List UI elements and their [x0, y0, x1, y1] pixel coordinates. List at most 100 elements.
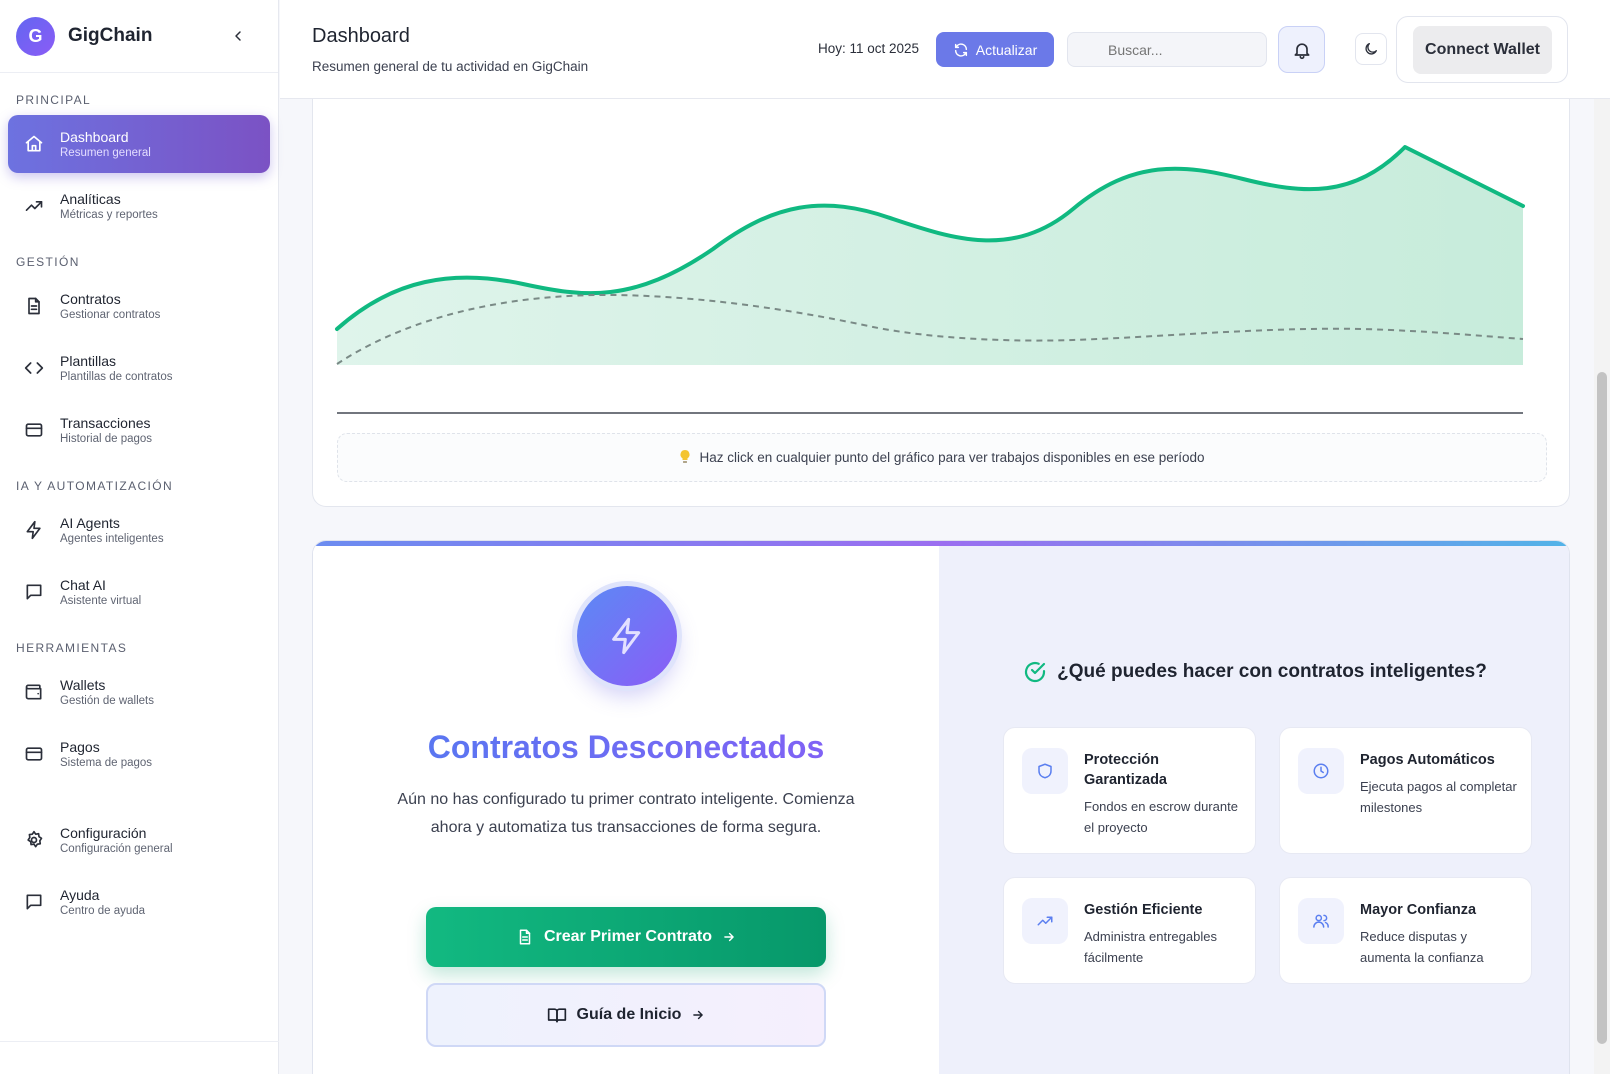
sidebar-divider [0, 1041, 279, 1042]
sidebar-item-label: Transacciones [60, 415, 151, 431]
feature-title: Mayor Confianza [1360, 902, 1477, 918]
contracts-bolt-badge [577, 586, 677, 686]
feature-card: Mayor Confianza Reduce disputas y aument… [1279, 877, 1532, 984]
features-title: ¿Qué puedes hacer con contratos intelige… [939, 660, 1569, 684]
chart-area-fill [337, 147, 1523, 365]
contracts-card: Contratos Desconectados Aún no has confi… [312, 540, 1570, 1074]
sidebar-item-label: Chat AI [60, 577, 106, 593]
sidebar-item-dashboard[interactable]: Dashboard Resumen general [8, 115, 270, 173]
book-icon [547, 1008, 566, 1023]
chat-icon [24, 582, 44, 602]
arrow-right-icon [693, 1010, 704, 1020]
features-title-text: ¿Qué puedes hacer con contratos intelige… [1057, 661, 1487, 682]
chart-hint-text: Haz click en cualquier punto del gráfico… [699, 450, 1205, 465]
brand-logo[interactable]: G [16, 16, 55, 56]
moon-icon [1365, 43, 1377, 55]
feature-description: Fondos en escrow durante el proyecto [1084, 799, 1238, 835]
search-input[interactable] [1067, 32, 1267, 67]
sidebar-item-contratos[interactable]: Contratos Gestionar contratos [8, 277, 270, 335]
feature-description: Administra entregables fácilmente [1084, 929, 1217, 965]
create-first-contract-button[interactable]: Crear Primer Contrato [426, 907, 826, 967]
sidebar-item-sub: Asistente virtual [60, 595, 142, 607]
arrow-right-icon [724, 932, 734, 942]
clock-icon [1298, 748, 1344, 794]
page-title: Dashboard [312, 25, 410, 47]
features-panel: ¿Qué puedes hacer con contratos intelige… [939, 546, 1569, 1074]
code-icon [24, 358, 44, 378]
scrollbar-thumb[interactable] [1597, 372, 1607, 1044]
sidebar: G GigChain PRINCIPAL Dashboard Resumen g… [0, 0, 279, 1074]
notifications-button[interactable] [1278, 26, 1325, 73]
sidebar-item-sub: Gestionar contratos [60, 309, 161, 321]
gear-icon [24, 830, 44, 850]
sidebar-item-sub: Historial de pagos [60, 433, 153, 445]
brand-name: GigChain [68, 25, 153, 46]
wallet-icon [24, 682, 44, 702]
feature-title: Protección Garantizada [1084, 752, 1167, 788]
chevron-left-icon [235, 31, 241, 41]
getting-started-guide-button[interactable]: Guía de Inicio [426, 983, 826, 1047]
sidebar-item-sub: Gestión de wallets [60, 695, 154, 707]
sidebar-item-chat-ai[interactable]: Chat AI Asistente virtual [8, 563, 270, 621]
sidebar-item-label: Dashboard [60, 129, 129, 145]
guide-label: Guía de Inicio [576, 1006, 682, 1023]
sidebar-item-wallets[interactable]: Wallets Gestión de wallets [8, 663, 270, 721]
feature-title: Gestión Eficiente [1084, 902, 1203, 918]
sidebar-item-sub: Centro de ayuda [60, 905, 146, 917]
section-title-gestion: GESTIÓN [16, 255, 80, 269]
sidebar-item-pagos[interactable]: Pagos Sistema de pagos [8, 725, 270, 783]
contracts-title: Contratos Desconectados [313, 729, 939, 766]
sidebar-item-label: Analíticas [60, 191, 121, 207]
sidebar-item-label: Plantillas [60, 353, 117, 369]
sidebar-item-label: Ayuda [60, 887, 100, 903]
feature-title: Pagos Automáticos [1360, 752, 1495, 768]
connect-wallet-button[interactable]: Connect Wallet [1413, 26, 1552, 74]
sidebar-item-transacciones[interactable]: Transacciones Historial de pagos [8, 401, 270, 459]
sidebar-item-configuracion[interactable]: Configuración Configuración general [8, 811, 270, 869]
activity-chart[interactable] [313, 99, 1571, 429]
sidebar-item-label: AI Agents [60, 515, 120, 531]
feature-card: Gestión Eficiente Administra entregables… [1003, 877, 1256, 984]
bolt-icon [612, 617, 641, 655]
section-title-herramientas: HERRAMIENTAS [16, 641, 128, 655]
feature-card: Pagos Automáticos Ejecuta pagos al compl… [1279, 727, 1532, 854]
contracts-empty-state: Contratos Desconectados Aún no has confi… [313, 546, 939, 1074]
sidebar-item-sub: Agentes inteligentes [60, 533, 164, 545]
today-date: Hoy: 11 oct 2025 [818, 41, 920, 56]
document-icon [24, 296, 44, 316]
contracts-description: Aún no has configurado tu primer contrat… [397, 791, 855, 836]
wallet-container: Connect Wallet [1396, 16, 1568, 83]
chart-hint: Haz click en cualquier punto del gráfico… [337, 433, 1547, 482]
create-contract-label: Crear Primer Contrato [543, 928, 713, 945]
sidebar-item-sub: Configuración general [60, 843, 173, 855]
users-icon [1298, 898, 1344, 944]
feature-description: Ejecuta pagos al completar milestones [1360, 779, 1517, 815]
chat-icon [24, 892, 44, 912]
theme-toggle-button[interactable] [1355, 33, 1387, 65]
document-icon [519, 929, 531, 945]
sidebar-item-ai-agents[interactable]: AI Agents Agentes inteligentes [8, 501, 270, 559]
lightbulb-icon [679, 449, 691, 467]
sidebar-item-analiticas[interactable]: Analíticas Métricas y reportes [8, 177, 270, 235]
activity-chart-card: Haz click en cualquier punto del gráfico… [312, 99, 1570, 507]
check-circle-icon [1025, 661, 1046, 683]
collapse-sidebar-button[interactable] [226, 24, 250, 48]
refresh-label: Actualizar [975, 41, 1038, 58]
sidebar-item-plantillas[interactable]: Plantillas Plantillas de contratos [8, 339, 270, 397]
feature-description: Reduce disputas y aumenta la confianza [1360, 929, 1484, 965]
trending-up-icon [24, 196, 44, 216]
sidebar-item-ayuda[interactable]: Ayuda Centro de ayuda [8, 873, 270, 931]
section-title-ia: IA Y AUTOMATIZACIÓN [16, 479, 174, 493]
page-subtitle: Resumen general de tu actividad en GigCh… [312, 59, 589, 74]
sidebar-item-sub: Resumen general [60, 147, 151, 159]
sidebar-item-sub: Sistema de pagos [60, 757, 153, 769]
sidebar-item-label: Contratos [60, 291, 121, 307]
home-icon [24, 134, 44, 154]
sidebar-item-label: Wallets [60, 677, 106, 693]
brand: G GigChain [0, 0, 278, 73]
bell-icon [1294, 42, 1309, 59]
feature-card: Protección Garantizada Fondos en escrow … [1003, 727, 1256, 854]
top-header: Dashboard Resumen general de tu activida… [280, 0, 1610, 99]
shield-icon [1022, 748, 1068, 794]
refresh-button[interactable]: Actualizar [936, 32, 1054, 67]
